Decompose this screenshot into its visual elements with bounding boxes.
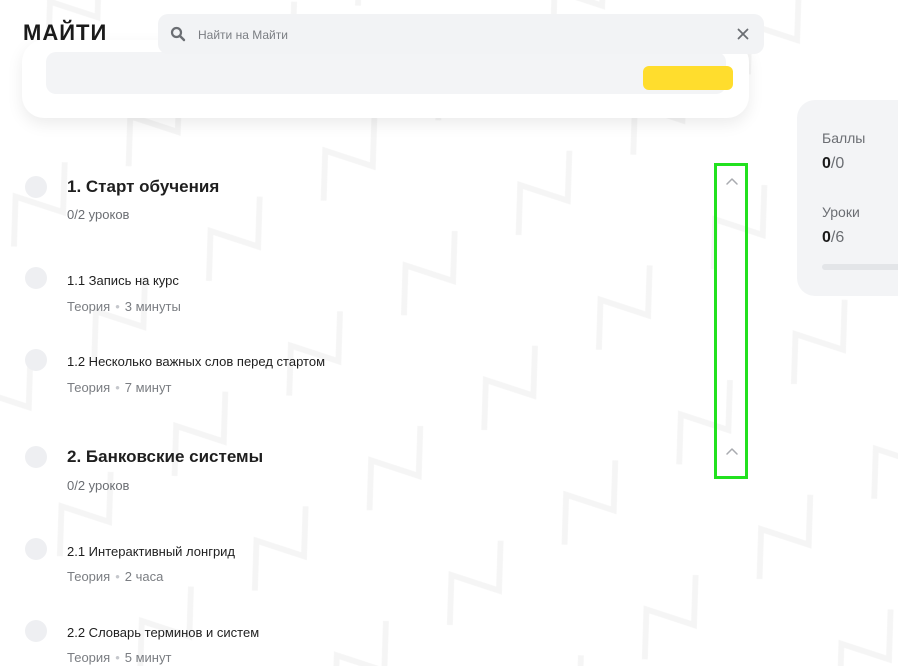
- lessons-done: 0: [822, 229, 831, 246]
- search-bar[interactable]: [158, 14, 764, 54]
- lessons-label: Уроки: [822, 204, 860, 220]
- progress-bar: [822, 264, 898, 270]
- continue-button[interactable]: [643, 66, 733, 90]
- points-label: Баллы: [822, 130, 866, 146]
- lesson-status-icon: [25, 349, 47, 371]
- lesson-title[interactable]: 1.1 Запись на курс: [67, 273, 179, 288]
- section-status-icon: [25, 176, 47, 198]
- meta-separator: •: [115, 299, 120, 314]
- lesson-status-icon: [25, 620, 47, 642]
- progress-panel: Баллы 0/0 Уроки 0/6: [797, 100, 898, 296]
- highlight-box: [714, 163, 748, 479]
- lesson-duration: 3 минуты: [124, 299, 181, 314]
- section-progress: 0/2 уроков: [67, 478, 130, 493]
- points-earned: 0: [822, 155, 831, 172]
- section-progress: 0/2 уроков: [67, 207, 130, 222]
- points-total: /0: [830, 155, 845, 172]
- search-input[interactable]: [196, 22, 720, 48]
- lesson-duration: 7 минут: [124, 380, 172, 395]
- meta-separator: •: [115, 380, 120, 395]
- meta-separator: •: [115, 569, 120, 584]
- lesson-title[interactable]: 1.2 Несколько важных слов перед стартом: [67, 354, 325, 369]
- section-title[interactable]: 1. Старт обучения: [67, 177, 219, 197]
- points-value: 0/0: [822, 155, 844, 173]
- lessons-total: /6: [830, 229, 845, 246]
- course-header-panel: [46, 52, 733, 94]
- close-icon[interactable]: [734, 25, 752, 43]
- lesson-meta: Теория • 3 минуты: [67, 299, 181, 314]
- lesson-type: Теория: [67, 569, 111, 584]
- lesson-type: Теория: [67, 299, 111, 314]
- lesson-duration: 5 минут: [124, 650, 172, 665]
- lesson-meta: Теория • 7 минут: [67, 380, 171, 395]
- section-title[interactable]: 2. Банковские системы: [67, 447, 263, 467]
- lesson-title[interactable]: 2.2 Словарь терминов и систем: [67, 625, 259, 640]
- lesson-title[interactable]: 2.1 Интерактивный лонгрид: [67, 544, 235, 559]
- lesson-status-icon: [25, 267, 47, 289]
- lesson-duration: 2 часа: [124, 569, 164, 584]
- search-icon: [170, 26, 186, 42]
- lesson-meta: Теория • 2 часа: [67, 569, 163, 584]
- lesson-status-icon: [25, 538, 47, 560]
- lesson-meta: Теория • 5 минут: [67, 650, 171, 665]
- section-status-icon: [25, 446, 47, 468]
- lesson-type: Теория: [67, 650, 111, 665]
- lesson-type: Теория: [67, 380, 111, 395]
- logo[interactable]: МАЙТИ: [23, 20, 107, 46]
- meta-separator: •: [115, 650, 120, 665]
- lessons-value: 0/6: [822, 229, 844, 247]
